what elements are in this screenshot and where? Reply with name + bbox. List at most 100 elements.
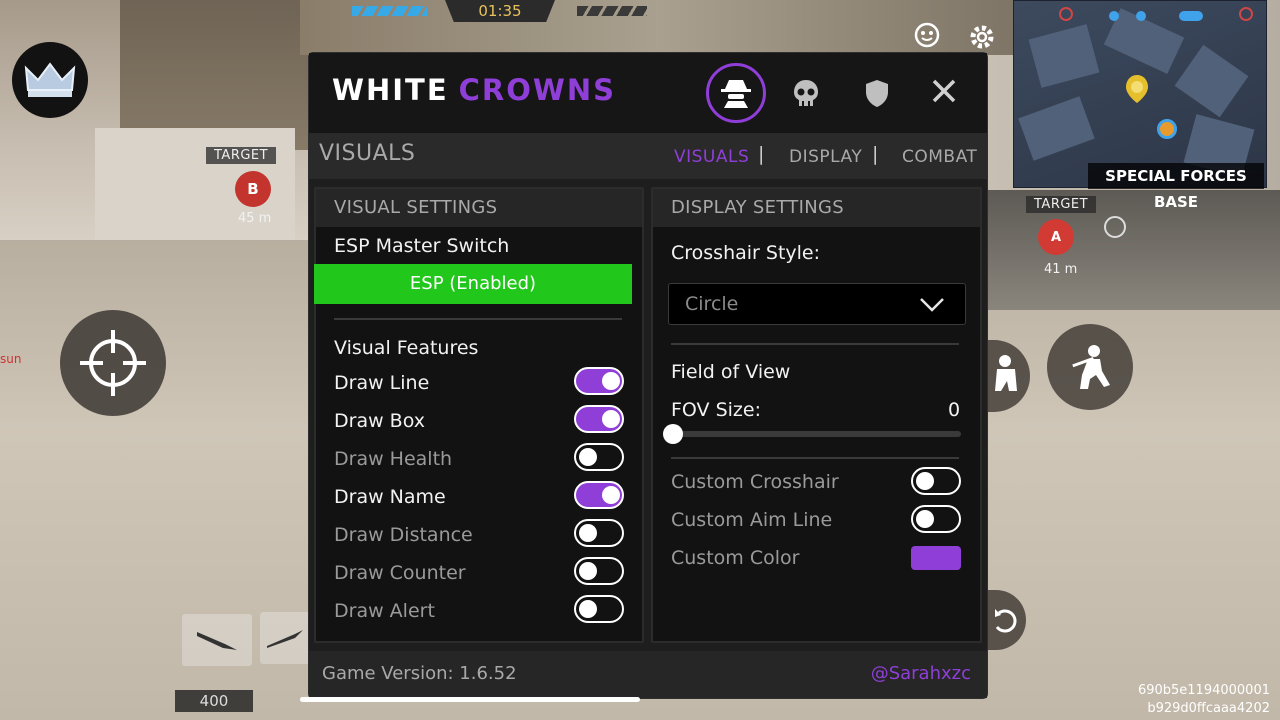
draw-health-label: Draw Health: [334, 448, 453, 470]
custom-color-swatch[interactable]: [911, 546, 961, 570]
reload-icon: [995, 609, 1017, 633]
fov-size-value: 0: [948, 399, 961, 421]
toggle-knob: [602, 486, 620, 504]
player-marker-icon: [1157, 119, 1177, 139]
brand-white-text: WHITE: [332, 73, 449, 107]
chevron-down-icon: [920, 298, 944, 312]
draw-counter-toggle[interactable]: [574, 557, 624, 585]
custom-aim-line-toggle[interactable]: [911, 505, 961, 533]
enemy-score-bar: [577, 6, 647, 16]
custom-crosshair-toggle[interactable]: [911, 467, 961, 495]
author-credit[interactable]: @Sarahxzc: [871, 663, 971, 684]
fov-slider[interactable]: [663, 424, 961, 444]
aim-button[interactable]: [60, 310, 166, 416]
minimap-building: [1018, 96, 1095, 161]
crouch-soldier-icon: [1072, 345, 1110, 389]
toggle-knob: [602, 410, 620, 428]
target-letter-left: B: [247, 180, 259, 198]
section-title: VISUALS: [319, 141, 416, 166]
custom-aim-line-label: Custom Aim Line: [671, 509, 833, 531]
draw-health-toggle[interactable]: [574, 443, 624, 471]
close-button[interactable]: [926, 73, 962, 109]
toggle-knob: [579, 562, 597, 580]
teammate-marker-icon: [1136, 11, 1146, 21]
fov-slider-handle[interactable]: [663, 424, 683, 444]
session-id-line1: 690b5e1194000001: [1137, 683, 1270, 698]
protection-tab-icon-button[interactable]: [847, 63, 907, 123]
toggle-knob: [916, 510, 934, 528]
target-marker-right: A: [1038, 219, 1074, 255]
draw-box-toggle[interactable]: [574, 405, 624, 433]
objective-marker-icon: [1126, 75, 1148, 103]
crosshair-style-label: Crosshair Style:: [671, 242, 821, 264]
visuals-tab-icon-button[interactable]: [706, 63, 766, 123]
custom-color-label: Custom Color: [671, 547, 800, 569]
tab-visuals[interactable]: VISUALS: [674, 147, 749, 167]
soldier-icon: [995, 355, 1017, 391]
home-indicator[interactable]: [300, 697, 640, 702]
esp-toggle-button[interactable]: ESP (Enabled): [314, 264, 632, 304]
draw-distance-label: Draw Distance: [334, 524, 473, 546]
minimap-building: [1028, 24, 1100, 88]
custom-crosshair-label: Custom Crosshair: [671, 471, 839, 493]
tab-combat[interactable]: COMBAT: [902, 147, 977, 167]
draw-line-toggle[interactable]: [574, 367, 624, 395]
crosshair-style-value: Circle: [685, 293, 739, 315]
spy-icon: [721, 80, 751, 108]
crouch-button[interactable]: [1047, 324, 1133, 410]
weapon-slot-2[interactable]: [260, 612, 310, 664]
field-of-view-label: Field of View: [671, 361, 791, 383]
menu-brand: WHITE CROWNS: [332, 70, 616, 110]
target-distance-right: 41 m: [1044, 262, 1078, 277]
teammate-marker-icon: [1109, 11, 1119, 21]
brand-purple-text: CROWNS: [458, 73, 617, 107]
draw-counter-label: Draw Counter: [334, 562, 466, 584]
skull-icon: [794, 80, 818, 106]
visual-settings-heading: VISUAL SETTINGS: [316, 189, 642, 227]
knife-icon: [267, 630, 303, 648]
gear-icon[interactable]: [967, 22, 997, 52]
toggle-knob: [579, 448, 597, 466]
draw-alert-toggle[interactable]: [574, 595, 624, 623]
divider: [671, 343, 959, 345]
minimap-building: [1174, 44, 1249, 118]
enemy-marker-icon: [1059, 7, 1073, 21]
team-score-bar: [352, 6, 427, 16]
crosshair-style-select[interactable]: Circle: [668, 283, 966, 325]
ammo-counter: 400: [175, 690, 253, 712]
draw-distance-toggle[interactable]: [574, 519, 624, 547]
crosshair-icon: [80, 330, 146, 396]
tab-separator: |: [758, 143, 765, 165]
session-id-line2: b929d0ffcaaa4202: [1147, 701, 1270, 716]
emote-icon[interactable]: [912, 20, 942, 50]
mod-menu-window: WHITE CROWNS VISUALS VISUALS | DISPLAY |…: [309, 53, 987, 698]
toggle-knob: [916, 472, 934, 490]
draw-name-toggle[interactable]: [574, 481, 624, 509]
target-marker-left: B: [235, 171, 271, 207]
visual-settings-panel: VISUAL SETTINGS ESP Master Switch ESP (E…: [314, 187, 644, 643]
toggle-knob: [579, 524, 597, 542]
esp-master-label: ESP Master Switch: [334, 235, 510, 257]
match-timer: 01:35: [445, 0, 555, 22]
visual-features-label: Visual Features: [334, 337, 479, 359]
tab-display[interactable]: DISPLAY: [789, 147, 862, 167]
combat-tab-icon-button[interactable]: [776, 63, 836, 123]
close-icon: [932, 79, 956, 103]
display-settings-heading: DISPLAY SETTINGS: [653, 189, 980, 227]
crown-icon: [24, 62, 76, 97]
tab-separator: |: [872, 143, 879, 165]
crown-logo[interactable]: [12, 42, 88, 118]
menu-header: WHITE CROWNS: [309, 53, 987, 133]
draw-alert-label: Draw Alert: [334, 600, 435, 622]
fov-size-label: FOV Size:: [671, 399, 761, 421]
minimap[interactable]: [1013, 0, 1267, 188]
killfeed-stub: sun: [0, 352, 22, 366]
menu-footer: Game Version: 1.6.52 @Sarahxzc: [309, 651, 987, 698]
divider: [671, 457, 959, 459]
game-version: Game Version: 1.6.52: [322, 663, 517, 684]
target-letter-right: A: [1050, 229, 1062, 245]
divider: [334, 318, 622, 320]
enemy-marker-icon: [1239, 7, 1253, 21]
draw-line-label: Draw Line: [334, 372, 430, 394]
weapon-slot-1[interactable]: [182, 614, 252, 666]
